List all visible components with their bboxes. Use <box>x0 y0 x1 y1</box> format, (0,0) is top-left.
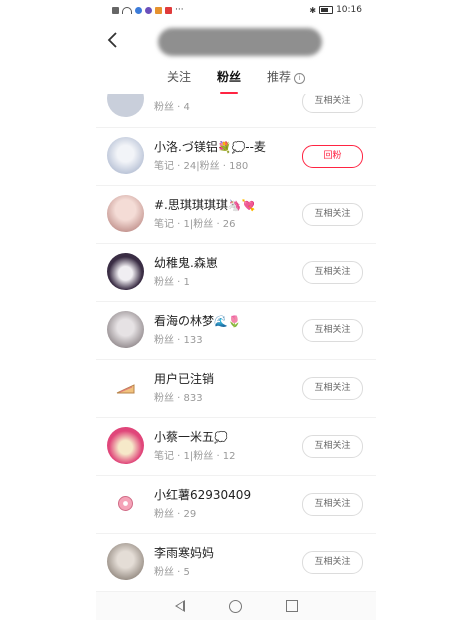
tab-bar: 关注 粉丝 推荐 i <box>96 66 376 94</box>
app-icon-3 <box>155 6 162 14</box>
avatar[interactable] <box>107 253 144 290</box>
app-icon-1 <box>135 6 142 14</box>
emoji-decoration: 💐💭 <box>217 141 246 154</box>
list-item[interactable]: 李雨寒妈妈 粉丝 · 5 互相关注 <box>96 534 376 592</box>
mutual-follow-button[interactable]: 互相关注 <box>302 493 363 516</box>
avatar[interactable] <box>107 311 144 348</box>
user-meta: 粉丝 · 5 <box>154 567 190 578</box>
list-item[interactable]: 粉丝 · 4 互相关注 <box>96 94 376 128</box>
tab-fans-label: 粉丝 <box>216 70 241 84</box>
user-meta: 笔记 · 1|粉丝 · 12 <box>154 451 236 462</box>
list-item[interactable]: 小蔡一米五💭 笔记 · 1|粉丝 · 12 互相关注 <box>96 418 376 476</box>
mutual-follow-button[interactable]: 互相关注 <box>302 203 363 226</box>
tab-recommend-label: 推荐 <box>267 70 292 84</box>
user-name: 幼稚鬼.森崽 <box>154 256 218 270</box>
avatar[interactable] <box>107 94 144 117</box>
list-item[interactable]: 小红薯62930409 粉丝 · 29 互相关注 <box>96 476 376 534</box>
user-name: 小红薯62930409 <box>154 488 252 502</box>
follow-back-button[interactable]: 互相关注 <box>302 94 363 113</box>
more-notifications: ··· <box>175 5 184 15</box>
back-icon[interactable] <box>106 30 120 50</box>
follow-back-button[interactable]: 回粉 <box>302 145 363 168</box>
tab-following[interactable]: 关注 <box>167 66 191 94</box>
list-item[interactable]: 小洛.づ镁铝💐💭--麦 笔记 · 24|粉丝 · 180 回粉 <box>96 128 376 186</box>
user-meta: 粉丝 · 833 <box>154 393 203 404</box>
status-bar-left: ··· <box>112 5 184 15</box>
tab-following-label: 关注 <box>166 70 191 84</box>
cake-icon <box>116 384 135 394</box>
info-icon[interactable]: i <box>294 73 306 84</box>
tab-fans[interactable]: 粉丝 <box>217 66 241 94</box>
mutual-follow-button[interactable]: 互相关注 <box>302 551 363 574</box>
phone-screen: ··· ✱ 10:16 关注 粉丝 推荐 i 粉丝 · 4 互相关注 小洛.づ镁铝… <box>96 0 376 620</box>
app-icon-2 <box>145 6 152 14</box>
tab-recommend[interactable]: 推荐 i <box>267 66 306 94</box>
status-bar: ··· ✱ 10:16 <box>96 0 376 20</box>
user-meta: 粉丝 · 4 <box>154 102 190 113</box>
emoji-decoration: 🌊🌷 <box>214 315 242 328</box>
doc-icon <box>112 6 119 14</box>
user-name: 用户已注销 <box>154 372 215 386</box>
emoji-decoration: 💭 <box>214 431 228 444</box>
mutual-follow-button[interactable]: 互相关注 <box>302 435 363 458</box>
avatar[interactable] <box>107 427 144 464</box>
battery-icon <box>319 6 334 14</box>
user-name: 小蔡一米五💭 <box>154 430 228 444</box>
emoji-decoration: 🦄💘 <box>227 199 256 212</box>
donut-icon <box>118 496 133 511</box>
avatar[interactable] <box>107 195 144 232</box>
mutual-follow-button[interactable]: 互相关注 <box>302 319 363 342</box>
bluetooth-icon: ✱ <box>309 5 317 15</box>
fans-list[interactable]: 粉丝 · 4 互相关注 小洛.づ镁铝💐💭--麦 笔记 · 24|粉丝 · 180… <box>96 94 376 592</box>
user-meta: 笔记 · 1|粉丝 · 26 <box>154 219 236 230</box>
user-name: 小洛.づ镁铝💐💭--麦 <box>154 140 266 154</box>
user-meta: 粉丝 · 29 <box>154 509 197 520</box>
mutual-follow-button[interactable]: 互相关注 <box>302 261 363 284</box>
app-icon-4 <box>165 6 172 14</box>
nav-back-icon[interactable] <box>174 600 185 612</box>
user-meta: 粉丝 · 133 <box>154 335 203 346</box>
system-nav-bar <box>96 592 376 620</box>
user-meta: 笔记 · 24|粉丝 · 180 <box>154 161 249 172</box>
list-item[interactable]: 用户已注销 粉丝 · 833 互相关注 <box>96 360 376 418</box>
list-item[interactable]: 幼稚鬼.森崽 粉丝 · 1 互相关注 <box>96 244 376 302</box>
status-bar-right: ✱ 10:16 <box>309 5 362 15</box>
mutual-follow-button[interactable]: 互相关注 <box>302 377 363 400</box>
user-name: 李雨寒妈妈 <box>154 546 215 560</box>
list-item[interactable]: 看海の林梦🌊🌷 粉丝 · 133 互相关注 <box>96 302 376 360</box>
user-name: #.思琪琪琪琪🦄💘 <box>154 198 256 212</box>
avatar[interactable] <box>107 369 144 406</box>
list-item[interactable]: #.思琪琪琪琪🦄💘 笔记 · 1|粉丝 · 26 互相关注 <box>96 186 376 244</box>
avatar[interactable] <box>107 137 144 174</box>
avatar[interactable] <box>107 543 144 580</box>
wifi-icon <box>122 6 132 14</box>
user-meta: 粉丝 · 1 <box>154 277 190 288</box>
status-time: 10:16 <box>336 5 362 15</box>
avatar[interactable] <box>107 485 144 522</box>
header <box>96 22 376 58</box>
nav-home-icon[interactable] <box>228 599 242 613</box>
user-name: 看海の林梦🌊🌷 <box>154 314 242 328</box>
redacted-title <box>158 28 322 56</box>
nav-recents-icon[interactable] <box>285 600 298 612</box>
